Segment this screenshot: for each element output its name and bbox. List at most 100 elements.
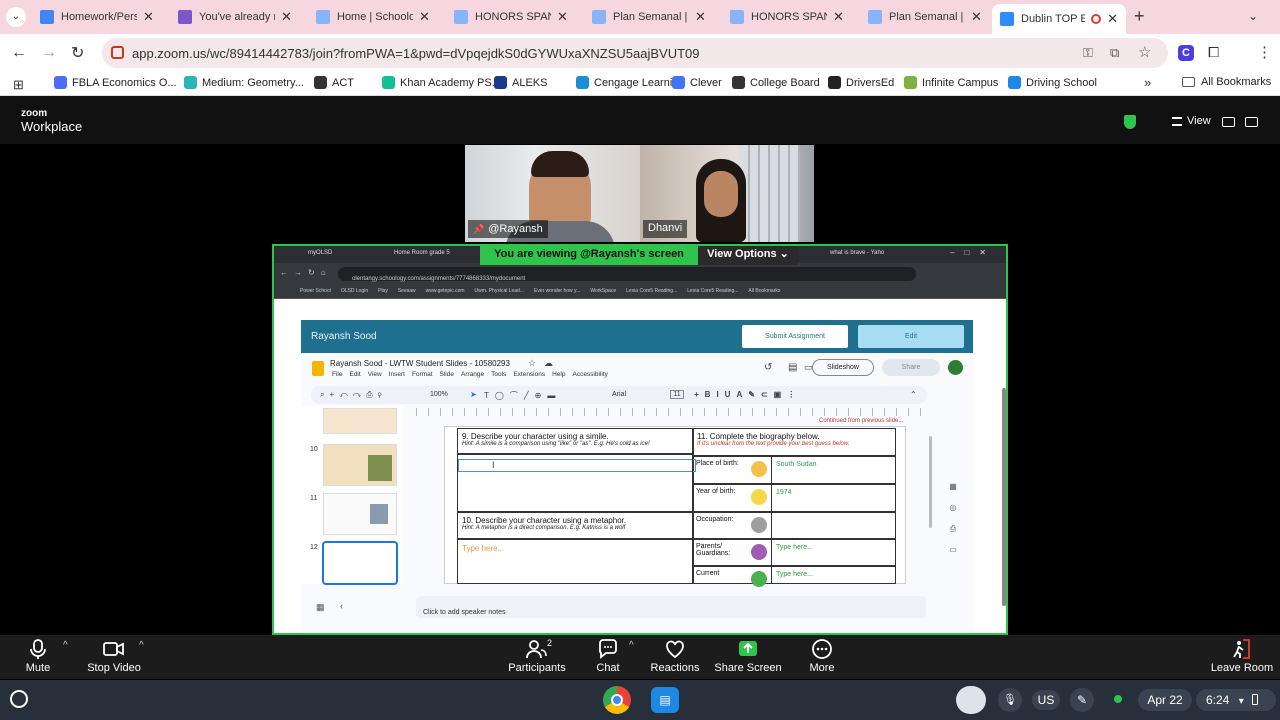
reload-icon[interactable]: ↻	[71, 43, 84, 63]
shared-screen[interactable]: myOLSD Home Room grade 5 what is brave -…	[272, 244, 1008, 635]
close-tab-icon[interactable]: ✕	[833, 9, 844, 25]
menu-item[interactable]: View	[368, 371, 382, 378]
browser-tab[interactable]: Plan Semanal | S ✕	[592, 6, 720, 28]
date-tray[interactable]: Apr 22	[1138, 689, 1192, 711]
account-avatar[interactable]	[948, 360, 963, 375]
menu-item[interactable]: Format	[412, 371, 433, 378]
comments-icon[interactable]: ▤	[788, 362, 797, 373]
all-bookmarks[interactable]: All Bookmarks	[1182, 76, 1271, 88]
slide-thumbnail-selected[interactable]	[322, 541, 398, 585]
slide-thumbnail[interactable]	[323, 444, 397, 486]
address-bar[interactable]: app.zoom.us/wc/89414442783/join?fromPWA=…	[102, 38, 1168, 68]
bio-value-cell[interactable]: Type here...	[771, 566, 896, 584]
chrome-app-icon[interactable]	[603, 686, 631, 714]
bookmark-item[interactable]: College Board	[732, 76, 820, 89]
select-tool-icon[interactable]: ➤	[470, 390, 477, 399]
install-app-icon[interactable]: ⧉	[1110, 45, 1119, 61]
browser-tab[interactable]: You've already re ✕	[178, 6, 306, 28]
close-tab-icon[interactable]: ✕	[557, 9, 568, 25]
bio-value-cell[interactable]: 1974	[771, 484, 896, 512]
chat-button[interactable]: Chat	[570, 638, 646, 678]
star-icon[interactable]: ☆	[528, 358, 536, 369]
browser-tab[interactable]: Dublin TOP E ✕	[992, 4, 1126, 34]
menu-item[interactable]: Arrange	[461, 371, 484, 378]
share-screen-button[interactable]: Share Screen	[710, 638, 786, 678]
tab-search-button[interactable]: ⌄	[6, 7, 26, 27]
shelf-thumbnail-icon[interactable]	[956, 686, 986, 714]
zoom-app-icon[interactable]: ▤	[651, 687, 679, 713]
close-tab-icon[interactable]: ✕	[143, 9, 154, 25]
stylus-icon[interactable]: ✎	[1070, 688, 1094, 712]
launcher-button[interactable]	[10, 690, 28, 708]
audio-options-chevron[interactable]: ^	[63, 640, 68, 651]
status-tray[interactable]: 6:24 ▾	[1196, 689, 1276, 711]
bookmark-item[interactable]: Medium: Geometry...	[184, 76, 304, 89]
bookmark-item[interactable]: DriversEd	[828, 76, 894, 89]
shared-tab[interactable]: Home Room grade 5	[394, 250, 450, 256]
bookmark-item[interactable]: Clever	[672, 76, 722, 89]
font-select[interactable]: Arial	[612, 391, 626, 398]
bookmark-item[interactable]: ACT	[314, 76, 354, 89]
zoom-level[interactable]: 100%	[430, 391, 448, 398]
side-panel-icons[interactable]: ▦ ◎ ⎙ ▭	[946, 476, 960, 560]
bio-value-cell[interactable]	[771, 512, 896, 539]
bookmarks-overflow[interactable]: »	[1144, 75, 1151, 90]
doc-title[interactable]: Rayansh Sood - LWTW Student Slides - 105…	[330, 359, 510, 368]
q10-answer-box[interactable]: Type here...	[457, 539, 694, 584]
edit-button[interactable]: Edit	[858, 325, 964, 348]
slide-thumbnail[interactable]	[323, 493, 397, 535]
more-button[interactable]: More	[784, 638, 860, 678]
forward-icon[interactable]: →	[41, 44, 57, 62]
page-scrollbar[interactable]	[1002, 388, 1006, 606]
grid-view-icon[interactable]: ▦	[316, 602, 325, 613]
extensions-puzzle-icon[interactable]: ⧠	[1208, 44, 1219, 61]
fullscreen-icon[interactable]	[1245, 117, 1258, 127]
close-tab-icon[interactable]: ✕	[695, 9, 706, 25]
bookmark-star-icon[interactable]: ☆	[1138, 43, 1151, 61]
bookmark-item[interactable]: Khan Academy PS...	[382, 76, 501, 89]
video-options-chevron[interactable]: ^	[139, 640, 144, 651]
share-doc-button[interactable]: Share	[882, 359, 940, 376]
history-icon[interactable]: ↺	[764, 362, 772, 373]
chrome-menu-icon[interactable]: ⋮	[1257, 43, 1272, 61]
url-text[interactable]: app.zoom.us/wc/89414442783/join?fromPWA=…	[132, 46, 700, 61]
new-tab-button[interactable]: +	[1134, 6, 1145, 27]
menu-item[interactable]: Slide	[440, 371, 454, 378]
submit-assignment-button[interactable]: Submit Assignment	[742, 325, 848, 348]
close-tab-icon[interactable]: ✕	[281, 9, 292, 25]
slide-thumbnail[interactable]	[323, 408, 397, 434]
site-info-icon[interactable]	[111, 46, 124, 59]
bio-value-cell[interactable]: South Sudan	[771, 456, 896, 484]
close-tab-icon[interactable]: ✕	[971, 9, 982, 25]
window-controls[interactable]: ⌄	[1248, 9, 1258, 23]
menu-item[interactable]: Tools	[491, 371, 506, 378]
extension-c-icon[interactable]: C	[1178, 45, 1194, 61]
reactions-button[interactable]: Reactions	[637, 638, 713, 678]
browser-tab[interactable]: Plan Semanal | S ✕	[868, 6, 996, 28]
bookmark-item[interactable]: Cengage Learning	[576, 76, 685, 89]
menu-item[interactable]: Edit	[349, 371, 360, 378]
encryption-shield-icon[interactable]	[1124, 115, 1136, 129]
keyboard-language[interactable]: US	[1032, 690, 1060, 710]
minimize-meeting-icon[interactable]	[1222, 117, 1235, 127]
password-key-icon[interactable]: ⚿	[1083, 45, 1093, 61]
font-size[interactable]: 11	[670, 390, 684, 399]
bookmark-item[interactable]: FBLA Economics O...	[54, 76, 177, 89]
close-tab-icon[interactable]: ✕	[1107, 11, 1118, 27]
bookmark-item[interactable]: ALEKS	[494, 76, 547, 89]
browser-tab[interactable]: HONORS SPANIS ✕	[454, 6, 582, 28]
microphone-status-icon[interactable]: 🎙	[998, 688, 1022, 712]
video-tile-rayansh[interactable]: 📌 @Rayansh	[465, 145, 640, 242]
leave-room-button[interactable]: Leave Room	[1204, 638, 1280, 678]
bookmark-item[interactable]: Driving School	[1008, 76, 1097, 89]
participants-button[interactable]: Participants	[499, 638, 575, 678]
video-tile-dhanvi[interactable]: Dhanvi	[640, 145, 814, 242]
speaker-notes[interactable]: Click to add speaker notes	[416, 596, 926, 618]
chat-options-chevron[interactable]: ^	[629, 640, 634, 651]
menu-item[interactable]: Extensions	[513, 371, 545, 378]
back-icon[interactable]: ←	[11, 44, 27, 62]
browser-tab[interactable]: Home | Schoolog ✕	[316, 6, 444, 28]
browser-tab[interactable]: Homework/Pers ✕	[40, 6, 168, 28]
close-tab-icon[interactable]: ✕	[419, 9, 430, 25]
canvas-scrollbar[interactable]	[929, 436, 932, 528]
